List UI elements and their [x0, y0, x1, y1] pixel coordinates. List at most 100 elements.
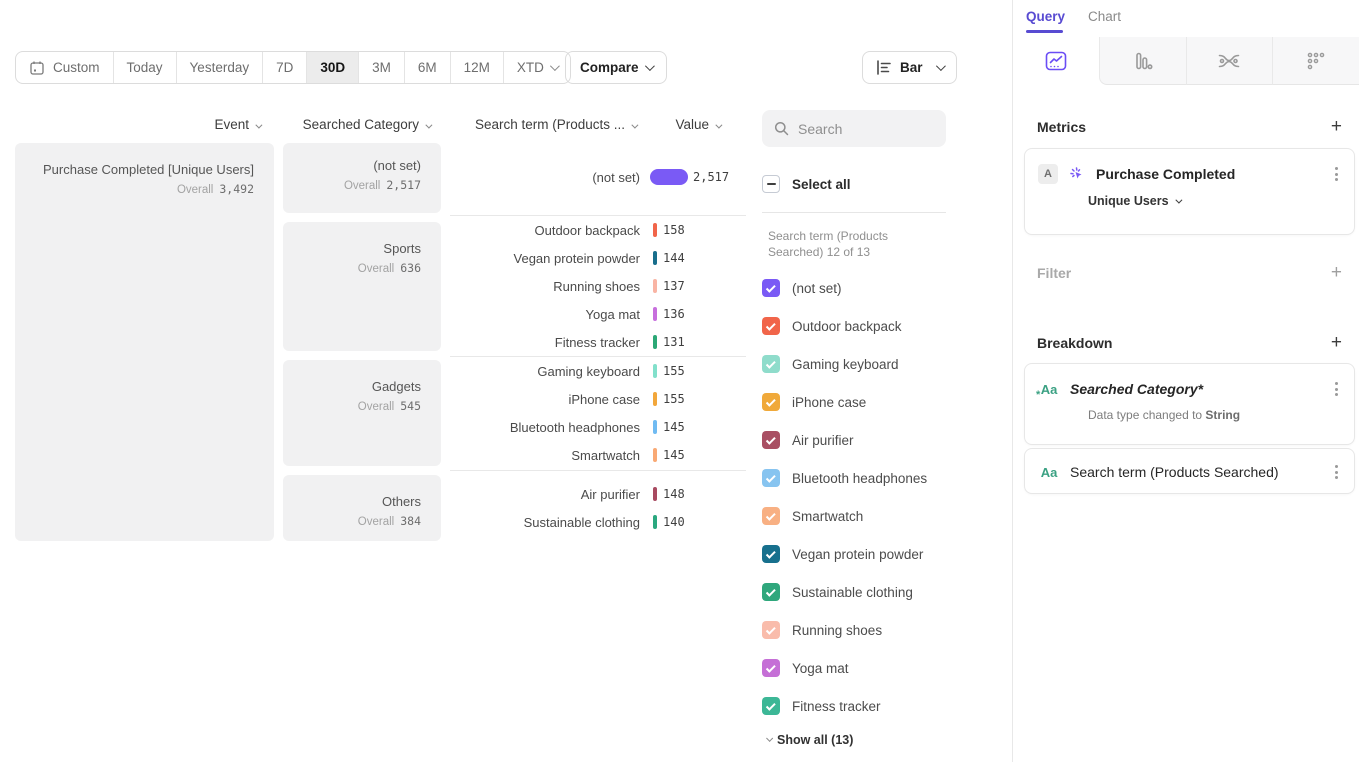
date-range-yesterday[interactable]: Yesterday [176, 52, 263, 83]
tab-funnels[interactable] [1099, 37, 1186, 85]
table-row[interactable]: (not set) 2,517 [450, 164, 750, 190]
table-row[interactable]: Vegan protein powder 144 [450, 245, 750, 271]
metrics-section-header: Metrics + [1037, 117, 1342, 136]
chevron-down-icon [425, 122, 432, 129]
show-all-button[interactable]: Show all (13) [765, 733, 853, 747]
date-range-xtd[interactable]: XTD [503, 52, 570, 83]
filter-checkbox-list: (not set) Outdoor backpack Gaming keyboa… [762, 269, 962, 725]
checkbox-checked [762, 545, 780, 563]
metric-measure-selector[interactable]: Unique Users [1025, 185, 1354, 208]
event-spark-icon [1068, 165, 1086, 183]
filter-item-running-shoes[interactable]: Running shoes [762, 611, 962, 649]
checkbox-checked [762, 583, 780, 601]
date-range-custom[interactable]: Custom [16, 52, 113, 83]
table-row[interactable]: iPhone case 155 [450, 386, 750, 412]
filter-item-bluetooth-headphones[interactable]: Bluetooth headphones [762, 459, 962, 497]
breakdown-property-name: Searched Category* [1070, 381, 1203, 397]
funnels-icon [1132, 51, 1154, 71]
chart-type-selector[interactable]: Bar [862, 51, 957, 84]
date-range-30d[interactable]: 30D [306, 52, 358, 83]
chevron-down-icon [1175, 196, 1182, 203]
date-range-6m[interactable]: 6M [404, 52, 450, 83]
column-header-event[interactable]: Event [15, 117, 260, 132]
filter-item-vegan-protein-powder[interactable]: Vegan protein powder [762, 535, 962, 573]
filter-item-iphone-case[interactable]: iPhone case [762, 383, 962, 421]
breakdown-options-menu[interactable] [1331, 378, 1342, 400]
tab-retention[interactable] [1272, 37, 1359, 85]
tab-insights[interactable] [1013, 37, 1099, 85]
filter-item-yoga-mat[interactable]: Yoga mat [762, 649, 962, 687]
insights-icon [1045, 51, 1067, 71]
breakdown-card-searched-category[interactable]: Aa* Searched Category* Data type changed… [1024, 363, 1355, 445]
compare-button[interactable]: Compare [565, 51, 667, 84]
checkbox-indeterminate [762, 175, 780, 193]
event-overall: Overall3,492 [25, 182, 254, 196]
chevron-down-icon [715, 122, 722, 129]
select-all-checkbox[interactable]: Select all [762, 175, 851, 193]
chevron-down-icon [631, 122, 638, 129]
date-range-3m[interactable]: 3M [358, 52, 404, 83]
category-cell-others[interactable]: Others Overall384 [283, 475, 441, 541]
filter-item-air-purifier[interactable]: Air purifier [762, 421, 962, 459]
breakdown-options-menu[interactable] [1331, 461, 1342, 483]
table-row[interactable]: Outdoor backpack 158 [450, 217, 750, 243]
checkbox-checked [762, 431, 780, 449]
tab-chart[interactable]: Chart [1088, 9, 1121, 24]
event-name: Purchase Completed [Unique Users] [25, 161, 254, 179]
table-row[interactable]: Smartwatch 145 [450, 442, 750, 468]
filter-section-header: Filter + [1037, 263, 1342, 282]
table-row[interactable]: Bluetooth headphones 145 [450, 414, 750, 440]
column-header-term[interactable]: Search term (Products ... [450, 117, 636, 132]
search-input[interactable]: Search [762, 110, 946, 147]
checkbox-checked [762, 659, 780, 677]
add-filter-button[interactable]: + [1331, 263, 1342, 282]
add-breakdown-button[interactable]: + [1331, 333, 1342, 352]
filter-item-outdoor-backpack[interactable]: Outdoor backpack [762, 307, 962, 345]
group-separator [450, 470, 746, 471]
table-row[interactable]: Fitness tracker 131 [450, 329, 750, 355]
metric-series-badge: A [1038, 164, 1058, 184]
event-cell[interactable]: Purchase Completed [Unique Users] Overal… [15, 143, 274, 541]
analytics-app: Custom Today Yesterday 7D 30D 3M 6M 12M … [0, 0, 1359, 762]
checkbox-checked [762, 507, 780, 525]
metrics-title: Metrics [1037, 119, 1086, 135]
metric-card[interactable]: A Purchase Completed Unique Users [1024, 148, 1355, 235]
string-property-icon: Aa [1038, 465, 1060, 480]
date-range-7d[interactable]: 7D [262, 52, 306, 83]
category-cell-gadgets[interactable]: Gadgets Overall545 [283, 360, 441, 466]
value-bar [653, 448, 657, 462]
table-row[interactable]: Gaming keyboard 155 [450, 358, 750, 384]
filter-item-smartwatch[interactable]: Smartwatch [762, 497, 962, 535]
table-row[interactable]: Sustainable clothing 140 [450, 509, 750, 535]
table-row[interactable]: Running shoes 137 [450, 273, 750, 299]
chevron-down-icon [644, 61, 654, 71]
date-range-label: Custom [53, 60, 100, 75]
filter-item-sustainable-clothing[interactable]: Sustainable clothing [762, 573, 962, 611]
breakdown-card-search-term[interactable]: Aa Search term (Products Searched) [1024, 448, 1355, 494]
table-row[interactable]: Yoga mat 136 [450, 301, 750, 327]
sidebar-divider [1012, 0, 1013, 762]
value-bar [653, 307, 657, 321]
column-header-value[interactable]: Value [655, 117, 720, 132]
metric-options-menu[interactable] [1331, 163, 1342, 185]
checkbox-checked [762, 697, 780, 715]
category-cell-sports[interactable]: Sports Overall636 [283, 222, 441, 351]
metric-event-name: Purchase Completed [1096, 166, 1235, 182]
value-bar [653, 515, 657, 529]
group-separator [450, 215, 746, 216]
column-header-category[interactable]: Searched Category [283, 117, 430, 132]
panel-divider [762, 212, 946, 213]
category-cell-not-set[interactable]: (not set) Overall2,517 [283, 143, 441, 213]
date-range-12m[interactable]: 12M [450, 52, 503, 83]
filter-item-gaming-keyboard[interactable]: Gaming keyboard [762, 345, 962, 383]
tab-query[interactable]: Query [1026, 9, 1065, 24]
checkbox-checked [762, 393, 780, 411]
chevron-down-icon [935, 61, 945, 71]
filter-item-fitness-tracker[interactable]: Fitness tracker [762, 687, 962, 725]
breakdown-note: Data type changed to String [1025, 400, 1354, 422]
add-metric-button[interactable]: + [1331, 117, 1342, 136]
table-row[interactable]: Air purifier 148 [450, 481, 750, 507]
tab-flows[interactable] [1186, 37, 1273, 85]
date-range-today[interactable]: Today [113, 52, 176, 83]
filter-item-not-set[interactable]: (not set) [762, 269, 962, 307]
